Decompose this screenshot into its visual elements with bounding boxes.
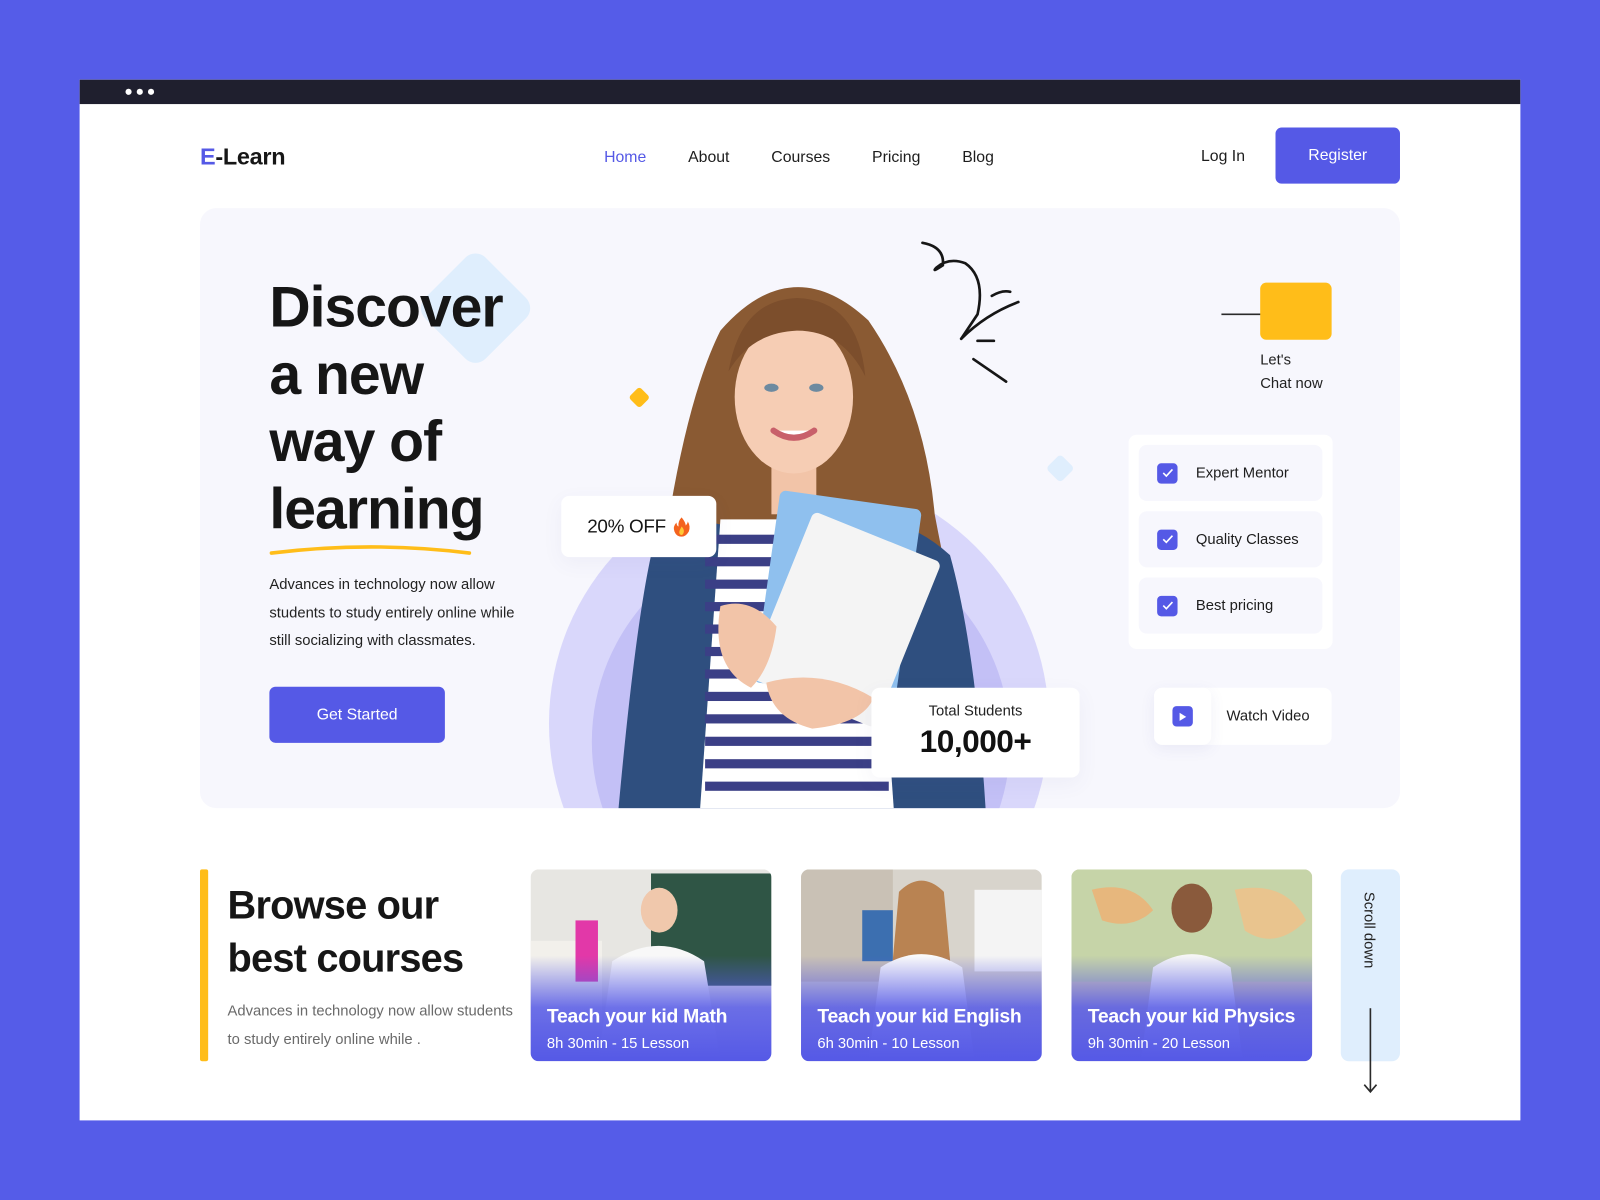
headline-underline-icon xyxy=(269,545,472,555)
hero-headline: Discover a new way of learning xyxy=(269,273,503,542)
fire-icon xyxy=(673,517,690,537)
headline-line: learning xyxy=(269,476,484,541)
course-meta: 8h 30min - 15 Lesson xyxy=(546,1035,690,1053)
logo[interactable]: E-Learn xyxy=(199,142,286,171)
checkbox-checked-icon[interactable] xyxy=(1157,529,1178,550)
course-overlay xyxy=(530,869,772,1062)
course-meta: 6h 30min - 10 Lesson xyxy=(817,1035,960,1053)
feature-label: Expert Mentor xyxy=(1195,464,1289,482)
total-students-value: 10,000+ xyxy=(919,723,1032,760)
course-card-math[interactable]: Teach your kid Math 8h 30min - 15 Lesson xyxy=(530,869,772,1062)
feature-item[interactable]: Quality Classes xyxy=(1138,511,1323,568)
navbar: E-Learn Home About Courses Pricing Blog … xyxy=(80,104,1521,206)
course-card-physics[interactable]: Teach your kid Physics 9h 30min - 20 Les… xyxy=(1071,869,1313,1062)
stage: E-Learn Home About Courses Pricing Blog … xyxy=(0,0,1600,1200)
accent-bar xyxy=(199,869,209,1062)
watch-video-label: Watch Video xyxy=(1226,708,1310,725)
play-button-box[interactable] xyxy=(1154,687,1212,745)
courses-description: Advances in technology now allow student… xyxy=(227,1003,513,1048)
nav-about[interactable]: About xyxy=(688,149,729,167)
title-bar xyxy=(79,79,1521,105)
discount-badge: 20% OFF xyxy=(561,495,717,558)
checkbox-checked-icon[interactable] xyxy=(1157,462,1178,484)
discount-text: 20% OFF xyxy=(587,515,666,537)
headline-line: way of xyxy=(269,409,442,474)
nav-pricing[interactable]: Pricing xyxy=(872,149,920,167)
heading-line: best courses xyxy=(227,936,465,981)
scribble-arrow-icon xyxy=(921,241,1020,383)
headline-line: a new xyxy=(269,341,424,407)
window-dot-icon[interactable] xyxy=(125,88,132,95)
courses-heading: Browse our best courses xyxy=(227,880,465,986)
play-icon xyxy=(1172,706,1193,727)
course-overlay xyxy=(1071,869,1313,1062)
hero-section: Discover a new way of learning Advances … xyxy=(199,208,1400,809)
arrow-down-icon xyxy=(1363,1008,1378,1094)
window-dot-icon[interactable] xyxy=(147,88,155,95)
features-list: Expert Mentor Quality Classes Best prici… xyxy=(1128,434,1333,649)
chat-now-label[interactable]: Let's Chat now xyxy=(1260,349,1323,396)
window-dot-icon[interactable] xyxy=(136,88,143,95)
main-menu: Home About Courses Pricing Blog xyxy=(604,149,1036,167)
logo-text: -Learn xyxy=(215,142,286,170)
nav-blog[interactable]: Blog xyxy=(962,149,994,167)
feature-label: Quality Classes xyxy=(1195,531,1299,548)
checkbox-checked-icon[interactable] xyxy=(1157,595,1178,616)
course-overlay xyxy=(801,869,1042,1062)
login-link[interactable]: Log In xyxy=(1201,148,1245,166)
register-button[interactable]: Register xyxy=(1275,127,1400,184)
heading-line: Browse our xyxy=(227,883,440,928)
decorative-diamond-shape xyxy=(1045,453,1075,483)
headline-line: Discover xyxy=(269,274,503,339)
nav-home[interactable]: Home xyxy=(604,149,646,167)
total-students-label: Total Students xyxy=(928,703,1023,720)
course-meta: 9h 30min - 20 Lesson xyxy=(1087,1035,1231,1053)
hero-description: Advances in technology now allow student… xyxy=(269,576,515,649)
feature-item[interactable]: Expert Mentor xyxy=(1138,444,1323,502)
course-title: Teach your kid Math xyxy=(546,1006,728,1028)
course-card-english[interactable]: Teach your kid English 6h 30min - 10 Les… xyxy=(801,869,1042,1062)
chat-line: Let's xyxy=(1260,352,1291,369)
course-title: Teach your kid Physics xyxy=(1087,1006,1296,1028)
total-students-card: Total Students 10,000+ xyxy=(871,687,1080,778)
course-title: Teach your kid English xyxy=(817,1006,1022,1028)
browser-window: E-Learn Home About Courses Pricing Blog … xyxy=(79,79,1521,1121)
feature-item[interactable]: Best pricing xyxy=(1138,577,1323,634)
feature-label: Best pricing xyxy=(1195,597,1274,614)
chat-line: Chat now xyxy=(1260,375,1323,392)
watch-video-button[interactable]: Watch Video xyxy=(1154,687,1332,745)
logo-accent: E xyxy=(199,142,216,170)
scroll-down-label: Scroll down xyxy=(1360,891,1377,969)
get-started-button[interactable]: Get Started xyxy=(269,686,445,743)
nav-courses[interactable]: Courses xyxy=(771,149,830,167)
chat-now-button[interactable] xyxy=(1260,282,1332,340)
